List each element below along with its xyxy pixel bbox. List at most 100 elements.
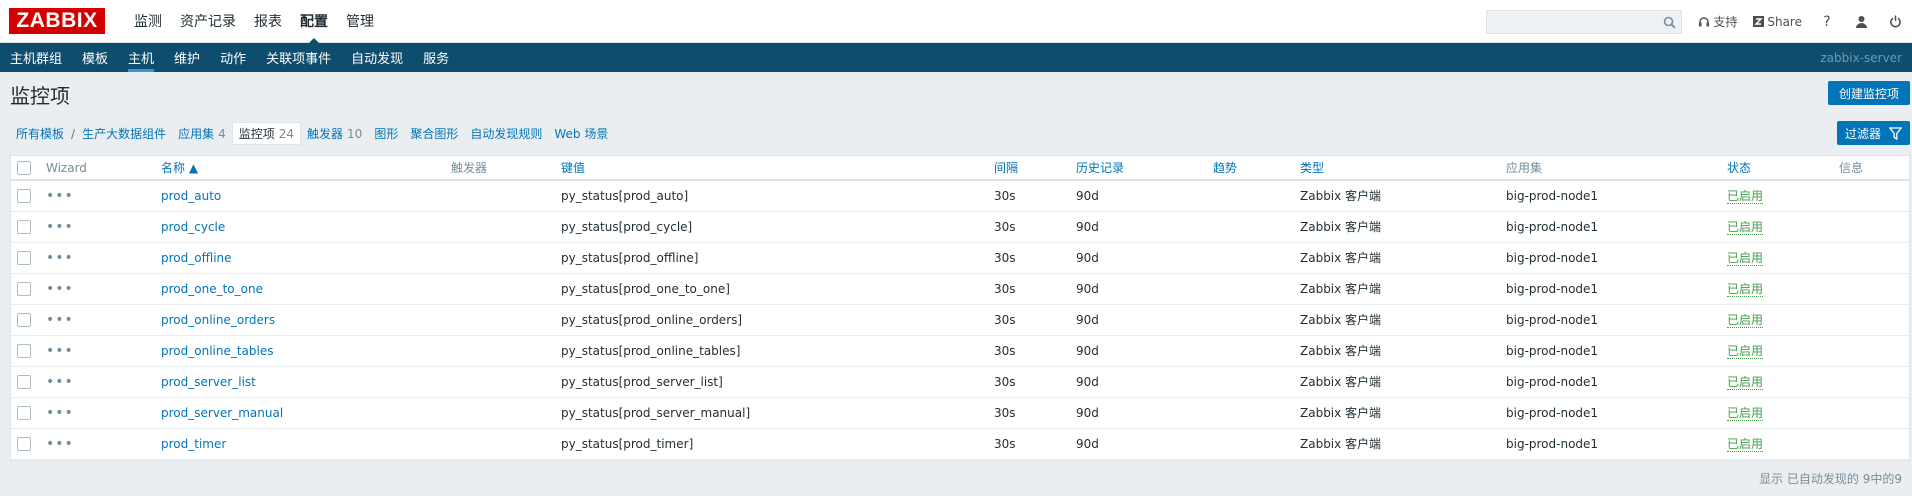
column-name[interactable]: 名称 ▲ [155,156,445,181]
wizard-menu-icon[interactable]: ••• [46,405,74,421]
sub-nav-host-groups[interactable]: 主机群组 [0,43,72,72]
row-name-cell: prod_one_to_one [155,273,445,305]
share-label: Share [1767,14,1802,29]
row-history: 90d [1070,273,1207,305]
item-name-link[interactable]: prod_cycle [161,220,225,234]
tab-triggers[interactable]: 触发器 10 [301,123,368,144]
status-toggle[interactable]: 已启用 [1727,375,1764,390]
status-toggle[interactable]: 已启用 [1727,437,1764,452]
row-trends [1207,304,1294,336]
breadcrumb-host[interactable]: 生产大数据组件 [76,123,172,144]
wizard-menu-icon[interactable]: ••• [46,281,74,297]
column-type[interactable]: 类型 [1294,156,1500,181]
row-checkbox[interactable] [17,436,31,451]
row-triggers-cell [445,428,555,460]
tab-items[interactable]: 监控项 24 [231,122,302,145]
main-nav-configuration[interactable]: 配置 [291,0,337,44]
status-toggle[interactable]: 已启用 [1727,313,1764,328]
row-triggers-cell [445,366,555,398]
wizard-menu-icon[interactable]: ••• [46,436,74,452]
status-toggle[interactable]: 已启用 [1727,189,1764,205]
wizard-menu-icon[interactable]: ••• [46,188,74,204]
item-name-link[interactable]: prod_server_manual [161,406,283,420]
status-toggle[interactable]: 已启用 [1727,220,1764,235]
tab-applications-label: 应用集 [178,127,215,141]
main-nav-reports[interactable]: 报表 [245,0,291,43]
main-nav-inventory[interactable]: 资产记录 [171,0,245,43]
support-link[interactable]: 支持 [1690,13,1745,30]
item-name-link[interactable]: prod_timer [161,437,226,451]
tab-discovery-rules[interactable]: 自动发现规则 [464,123,548,144]
item-name-link[interactable]: prod_server_list [161,375,256,389]
tab-graphs[interactable]: 图形 [368,123,404,144]
wizard-menu-icon[interactable]: ••• [46,374,74,390]
column-interval[interactable]: 间隔 [988,156,1070,181]
row-checkbox[interactable] [17,374,31,389]
wizard-menu-icon[interactable]: ••• [46,343,74,359]
row-checkbox[interactable] [17,343,31,358]
breadcrumb: 所有模板 / 生产大数据组件 应用集 4 监控项 24 触发器 10 图形 聚合图形 … [10,122,614,145]
tab-applications[interactable]: 应用集 4 [172,123,232,144]
tab-applications-count: 4 [218,127,226,141]
headset-icon [1699,16,1710,26]
item-name-link[interactable]: prod_one_to_one [161,282,263,296]
row-checkbox[interactable] [17,250,31,265]
tab-web-scenarios[interactable]: Web 场景 [548,123,614,144]
breadcrumb-all-templates[interactable]: 所有模板 [10,123,70,144]
logout-icon[interactable] [1878,15,1912,28]
main-nav-administration[interactable]: 管理 [337,0,383,43]
sub-nav-templates[interactable]: 模板 [72,43,118,72]
item-name-link[interactable]: prod_online_tables [161,344,274,358]
row-wizard-cell: ••• [40,180,155,212]
wizard-menu-icon[interactable]: ••• [46,312,74,328]
status-toggle[interactable]: 已启用 [1727,282,1764,297]
status-toggle[interactable]: 已启用 [1727,251,1764,266]
sub-nav-hosts[interactable]: 主机 [118,43,164,72]
column-trends[interactable]: 趋势 [1207,156,1294,181]
row-checkbox[interactable] [17,405,31,420]
user-profile-icon[interactable] [1844,15,1878,28]
sub-nav-services[interactable]: 服务 [413,43,459,72]
row-interval: 30s [988,304,1070,336]
tab-screens[interactable]: 聚合图形 [404,123,464,144]
column-history[interactable]: 历史记录 [1070,156,1207,181]
table-row: ••• prod_online_tables py_status[prod_onli… [11,335,1909,367]
column-status[interactable]: 状态 [1721,156,1833,181]
row-application: big-prod-node1 [1500,335,1721,367]
search-input[interactable] [1487,10,1682,33]
row-application: big-prod-node1 [1500,304,1721,336]
row-checkbox[interactable] [17,312,31,327]
item-name-link[interactable]: prod_offline [161,251,232,265]
item-name-link[interactable]: prod_auto [161,189,221,203]
select-all-checkbox[interactable] [17,160,31,175]
row-checkbox[interactable] [17,189,31,203]
row-key: py_status[prod_cycle] [555,211,988,243]
sub-nav-maintenance[interactable]: 维护 [164,43,210,72]
column-key[interactable]: 键值 [555,156,988,181]
row-checkbox[interactable] [17,219,31,234]
row-application: big-prod-node1 [1500,428,1721,460]
item-name-link[interactable]: prod_online_orders [161,313,275,327]
sub-nav-actions[interactable]: 动作 [210,43,256,72]
help-icon[interactable]: ? [1810,14,1844,30]
column-wizard: Wizard [40,156,155,181]
wizard-menu-icon[interactable]: ••• [46,219,74,235]
filter-button[interactable]: 过滤器 [1836,121,1910,145]
row-checkbox[interactable] [17,281,31,296]
zabbix-logo[interactable]: ZABBIX [9,8,105,34]
sub-nav-discovery[interactable]: 自动发现 [341,43,413,72]
sub-nav-event-correlation[interactable]: 关联项事件 [256,43,341,72]
main-nav-monitoring[interactable]: 监测 [125,0,171,43]
create-item-button[interactable]: 创建监控项 [1827,81,1910,105]
tab-triggers-count: 10 [347,127,363,141]
status-toggle[interactable]: 已启用 [1727,406,1764,421]
share-z-icon [1753,16,1765,27]
tab-triggers-label: 触发器 [307,127,344,141]
row-application: big-prod-node1 [1500,273,1721,305]
row-history: 90d [1070,211,1207,243]
search-icon[interactable] [1663,16,1676,29]
share-link[interactable]: Share [1745,15,1810,29]
row-name-cell: prod_offline [155,242,445,274]
wizard-menu-icon[interactable]: ••• [46,250,74,266]
status-toggle[interactable]: 已启用 [1727,344,1764,359]
